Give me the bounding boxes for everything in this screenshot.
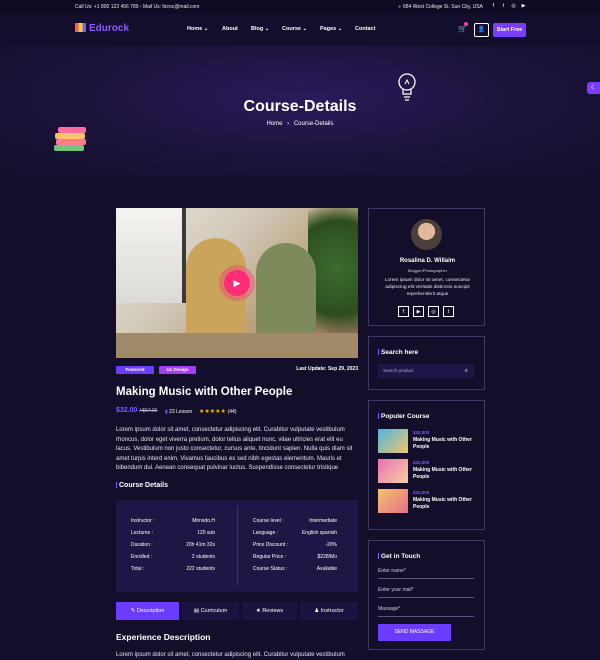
- logo-text: Edurock: [89, 23, 130, 34]
- youtube-icon[interactable]: ▶: [413, 306, 424, 317]
- nav-pages[interactable]: Pages ⌄: [320, 26, 342, 32]
- instructor-name: Rosalina D. Willaim: [399, 258, 456, 264]
- course-video-thumbnail[interactable]: ▶: [116, 208, 358, 358]
- popular-heading: Populer Course: [378, 413, 429, 420]
- dark-mode-toggle[interactable]: ☾: [587, 82, 600, 94]
- location-pin-icon: ●: [398, 4, 402, 10]
- lesson-icon: ▮: [165, 409, 168, 415]
- rating-count: (44): [227, 409, 237, 415]
- address: ● 684 West College St. Sun City, USA: [398, 4, 483, 10]
- search-card: Search here Search product ⌕: [368, 336, 485, 390]
- instagram-icon[interactable]: ◎: [510, 3, 517, 10]
- search-heading: Search here: [378, 349, 418, 356]
- start-free-button[interactable]: Start Free: [493, 23, 526, 37]
- course-details-heading: Course Details: [116, 482, 168, 489]
- popular-title[interactable]: Making Music with Other People: [413, 467, 478, 481]
- breadcrumb-current: Course-Details: [293, 121, 334, 127]
- popular-course-card: Populer Course $32,000 Making Music with…: [368, 400, 485, 530]
- nav-home[interactable]: Home ⌄: [187, 26, 208, 32]
- logo[interactable]: Edurock: [75, 23, 129, 34]
- popular-price: $32,000: [413, 430, 430, 435]
- video-window-shape: [116, 208, 186, 303]
- address-text: 684 West College St. Sun City, USA: [403, 4, 483, 10]
- twitter-icon[interactable]: t: [443, 306, 454, 317]
- table-divider: [237, 506, 238, 586]
- main-header: Edurock Home ⌄ About Blog ⌄ Course ⌄ Pag…: [0, 14, 600, 46]
- experience-text: Lorem ipsum dolor sit amet, consectetur …: [116, 652, 345, 658]
- course-thumbnail: [378, 489, 408, 513]
- play-icon[interactable]: ▶: [224, 270, 250, 296]
- search-input[interactable]: Search product ⌕: [378, 364, 474, 378]
- tab-instructor[interactable]: ♟ Instructor: [300, 602, 358, 620]
- moon-icon: ☾: [590, 85, 597, 91]
- lesson-count: ▮ 23 Lesson: [165, 409, 192, 415]
- price-current: $32.00: [116, 407, 138, 414]
- book-icon: ▤: [193, 608, 200, 614]
- youtube-icon[interactable]: ▶: [520, 3, 527, 10]
- contact-info: Call Us: +1 800 123 456 789 - Mail Us: l…: [75, 4, 200, 10]
- nav-about[interactable]: About: [222, 26, 238, 32]
- popular-course-item[interactable]: $32,000 Making Music with Other People: [378, 459, 478, 483]
- popular-title[interactable]: Making Music with Other People: [413, 497, 478, 511]
- user-icon[interactable]: 👤: [474, 23, 489, 37]
- course-details-table: Instructor : Mirnsdo.H Lectures :120 sub …: [116, 500, 358, 592]
- breadcrumb: Home › Course-Details: [0, 121, 600, 127]
- breadcrumb-home[interactable]: Home: [266, 121, 282, 127]
- video-person-right: [256, 243, 316, 343]
- popular-title[interactable]: Making Music with Other People: [413, 437, 478, 451]
- course-thumbnail: [378, 459, 408, 483]
- rating-stars: ★★★★★: [199, 409, 226, 415]
- badge-featured[interactable]: Featured: [116, 366, 154, 374]
- facebook-icon[interactable]: f: [490, 3, 497, 10]
- instructor-role: Blogger/Photographer: [407, 268, 448, 273]
- contact-heading: Get in Touch: [378, 553, 420, 560]
- course-thumbnail: [378, 429, 408, 453]
- person-icon: ♟: [314, 608, 320, 614]
- rating: ★★★★★ (44): [199, 408, 236, 415]
- popular-price: $32,000: [413, 460, 430, 465]
- popular-course-item[interactable]: $32,000 Making Music with Other People: [378, 429, 478, 453]
- popular-price: $32,000: [413, 490, 430, 495]
- tab-reviews[interactable]: ★ Reviews: [242, 602, 297, 620]
- course-title: Making Music with Other People: [116, 386, 293, 398]
- pencil-icon: ✎: [130, 608, 136, 614]
- breadcrumb-separator: ›: [287, 121, 290, 127]
- message-field[interactable]: Massage*: [378, 602, 474, 617]
- price-old: / $67.00: [139, 408, 158, 414]
- twitter-icon[interactable]: t: [500, 3, 507, 10]
- instructor-card: Rosalina D. Willaim Blogger/Photographer…: [368, 208, 485, 326]
- top-bar: Call Us: +1 800 123 456 789 - Mail Us: l…: [0, 0, 600, 14]
- search-icon[interactable]: ⌕: [465, 364, 468, 378]
- star-icon: ★: [255, 608, 261, 614]
- cart-badge: [464, 22, 468, 26]
- search-placeholder: Search product: [383, 368, 414, 373]
- contact-card: Get in Touch Enter name* Enter your mail…: [368, 540, 485, 650]
- nav-contact[interactable]: Contact: [355, 26, 375, 32]
- tab-description[interactable]: ✎ Description: [116, 602, 179, 620]
- lesson-text: 23 Lesson: [169, 409, 193, 415]
- instagram-icon[interactable]: ◎: [428, 306, 439, 317]
- name-field[interactable]: Enter name*: [378, 564, 474, 579]
- nav-course[interactable]: Course ⌄: [282, 26, 307, 32]
- cart-icon[interactable]: 🛒: [458, 22, 468, 33]
- logo-mark-icon: [75, 23, 86, 32]
- nav-blog[interactable]: Blog ⌄: [251, 26, 269, 32]
- facebook-icon[interactable]: f: [398, 306, 409, 317]
- experience-heading: Experience Description: [116, 632, 211, 642]
- course-description: Lorem ipsum dolor sit amet, consectetur …: [116, 427, 353, 471]
- tab-curriculum[interactable]: ▤ Curriculum: [182, 602, 239, 620]
- video-desk-shape: [116, 333, 358, 358]
- instructor-bio: Lorem ipsum dolor sit amet, consectetur …: [384, 278, 471, 297]
- last-update: Last Update: Sep 29, 2023: [296, 366, 358, 372]
- email-field[interactable]: Enter your mail*: [378, 583, 474, 598]
- page-title: Course-Details: [243, 98, 357, 115]
- send-message-button[interactable]: SEND MASSAGE: [378, 624, 451, 641]
- books-icon: [54, 127, 86, 151]
- course-price: $32.00 / $67.00: [116, 407, 157, 414]
- avatar: [411, 219, 442, 250]
- badge-category[interactable]: Ux Design: [159, 366, 196, 374]
- popular-course-item[interactable]: $32,000 Making Music with Other People: [378, 489, 478, 513]
